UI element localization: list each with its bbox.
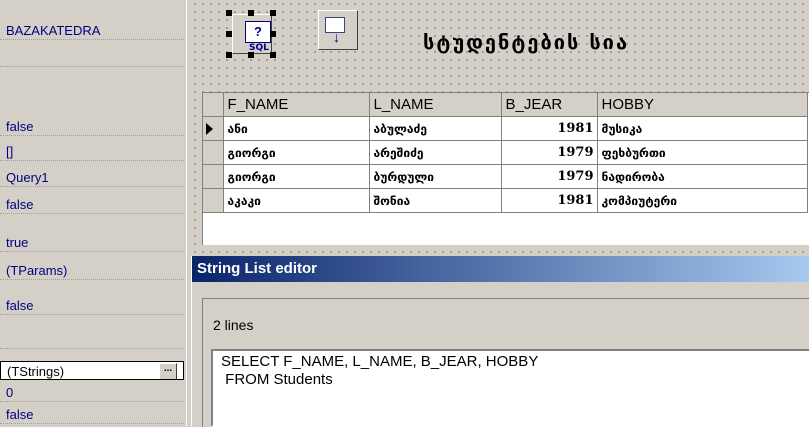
property-value-row[interactable]: false xyxy=(0,195,184,214)
property-value-row[interactable]: BAZAKATEDRA xyxy=(0,21,184,40)
grid-cell[interactable]: 1979 xyxy=(501,164,598,189)
grid-cell[interactable]: აკაკი xyxy=(223,188,370,213)
memo-line: FROM Students xyxy=(221,371,333,388)
selection-handle[interactable] xyxy=(270,10,276,16)
row-indicator[interactable] xyxy=(203,140,224,165)
grid-column-header[interactable]: L_NAME xyxy=(369,93,502,117)
selection-handle[interactable] xyxy=(270,31,276,37)
property-value-row[interactable]: false xyxy=(0,296,184,315)
property-value-row[interactable]: 0 xyxy=(0,383,184,402)
property-value: Query1 xyxy=(6,170,49,185)
object-inspector: BAZAKATEDRA false [] Query1 false true (TParam… xyxy=(0,0,191,426)
property-value-row[interactable]: false xyxy=(0,117,184,136)
grid-column-header[interactable]: HOBBY xyxy=(597,93,808,117)
grid-indicator-header xyxy=(203,93,224,117)
editor-group-box: 2 lines SELECT F_NAME, L_NAME, B_JEAR, H… xyxy=(202,298,809,427)
property-value-row[interactable]: (TStrings)... xyxy=(0,361,184,380)
grid-cell[interactable]: მუსიკა xyxy=(597,116,808,141)
grid-cell[interactable]: ფეხბურთი xyxy=(597,140,808,165)
row-indicator[interactable] xyxy=(203,188,224,213)
grid-cell[interactable]: გიორგი xyxy=(223,140,370,165)
grid-cell[interactable]: შონია xyxy=(369,188,502,213)
property-value-row[interactable]: (TParams) xyxy=(0,261,184,280)
property-value-row[interactable] xyxy=(0,48,184,67)
grid-row[interactable]: გიორგი ბურდული 1979 ნადირობა xyxy=(203,164,808,189)
property-value: false xyxy=(6,197,34,212)
dbgrid[interactable]: F_NAME L_NAME B_JEAR HOBBY ანი აბულაძე 198… xyxy=(202,92,809,245)
property-value: (TStrings) xyxy=(7,364,65,379)
line-count-label: 2 lines xyxy=(213,317,254,333)
grid-row[interactable]: აკაკი შონია 1981 კომპიუტერი xyxy=(203,188,808,213)
query-component[interactable]: ? SQL xyxy=(226,10,278,58)
query-icon-frame: ? SQL xyxy=(232,14,272,54)
grid-cell[interactable]: გიორგი xyxy=(223,164,370,189)
grid-row[interactable]: გიორგი არეშიძე 1979 ფეხბურთი xyxy=(203,140,808,165)
property-value: (TParams) xyxy=(6,263,68,278)
property-value-row[interactable]: false xyxy=(0,405,184,424)
property-value: true xyxy=(6,235,29,250)
property-value: false xyxy=(6,119,34,134)
row-indicator[interactable] xyxy=(203,164,224,189)
selection-handle[interactable] xyxy=(226,52,232,58)
editor-title-bar[interactable]: String List editor xyxy=(192,256,809,282)
property-value: BAZAKATEDRA xyxy=(6,23,101,38)
row-indicator[interactable] xyxy=(203,116,224,141)
sql-query-icon: ? xyxy=(245,21,271,43)
ellipsis-button[interactable]: ... xyxy=(159,363,177,379)
property-value: false xyxy=(6,298,34,313)
property-value: 0 xyxy=(6,385,14,400)
arrow-icon: ↓ xyxy=(333,29,340,45)
selection-handle[interactable] xyxy=(248,10,254,16)
sql-text-memo[interactable]: SELECT F_NAME, L_NAME, B_JEAR, HOBBY FRO… xyxy=(211,349,809,427)
grid-cell[interactable]: ანი xyxy=(223,116,370,141)
grid-cell[interactable]: არეშიძე xyxy=(369,140,502,165)
selection-handle[interactable] xyxy=(248,52,254,58)
selection-handle[interactable] xyxy=(226,31,232,37)
grid-cell[interactable]: 1979 xyxy=(501,140,598,165)
grid-cell[interactable]: ბურდული xyxy=(369,164,502,189)
property-value-row[interactable]: Query1 xyxy=(0,168,184,187)
grid-row[interactable]: ანი აბულაძე 1981 მუსიკა xyxy=(203,116,808,141)
property-value-row[interactable]: true xyxy=(0,233,184,252)
grid-cell[interactable]: ნადირობა xyxy=(597,164,808,189)
grid-cell[interactable]: 1981 xyxy=(501,188,598,213)
grid-cell[interactable]: 1981 xyxy=(501,116,598,141)
grid-header-row: F_NAME L_NAME B_JEAR HOBBY xyxy=(203,93,808,117)
string-list-editor: String List editor 2 lines SELECT F_NAME… xyxy=(191,256,809,427)
current-row-pointer-icon xyxy=(206,122,213,135)
grid-cell[interactable]: კომპიუტერი xyxy=(597,188,808,213)
selection-handle[interactable] xyxy=(226,10,232,16)
datasource-component[interactable]: ↓ xyxy=(318,10,358,50)
memo-line: SELECT F_NAME, L_NAME, B_JEAR, HOBBY xyxy=(221,353,539,370)
property-value-row[interactable] xyxy=(0,330,184,349)
property-value: false xyxy=(6,407,34,422)
property-value-row[interactable]: [] xyxy=(0,142,184,161)
form-title-label: სტუდენტების სია xyxy=(423,30,630,54)
grid-column-header[interactable]: B_JEAR xyxy=(501,93,598,117)
grid-cell[interactable]: აბულაძე xyxy=(369,116,502,141)
selection-handle[interactable] xyxy=(270,52,276,58)
property-value: [] xyxy=(6,144,14,159)
grid-column-header[interactable]: F_NAME xyxy=(223,93,370,117)
